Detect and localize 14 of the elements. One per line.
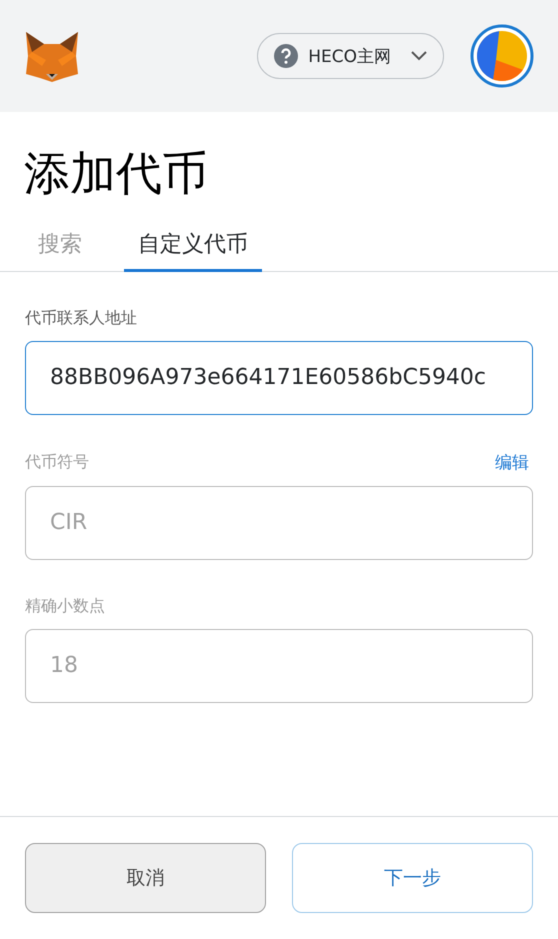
fox-logo-icon (24, 30, 80, 82)
network-selector[interactable]: HECO主网 (257, 33, 444, 79)
page-title: 添加代币 (24, 146, 209, 202)
field-label: 代币联系人地址 (25, 308, 137, 329)
cancel-button[interactable]: 取消 (25, 843, 266, 913)
account-avatar-icon[interactable] (470, 24, 534, 88)
field-label: 代币符号 (25, 452, 89, 473)
tab[interactable]: 搜索 (24, 229, 96, 272)
chevron-down-icon (411, 51, 427, 61)
question-icon (274, 44, 298, 68)
next-button[interactable]: 下一步 (292, 843, 533, 913)
field-label: 精确小数点 (25, 596, 105, 617)
tab[interactable]: 自定义代币 (124, 229, 262, 272)
input-field[interactable]: 88BB096A973e664171E60586bC5940c (25, 340, 533, 415)
